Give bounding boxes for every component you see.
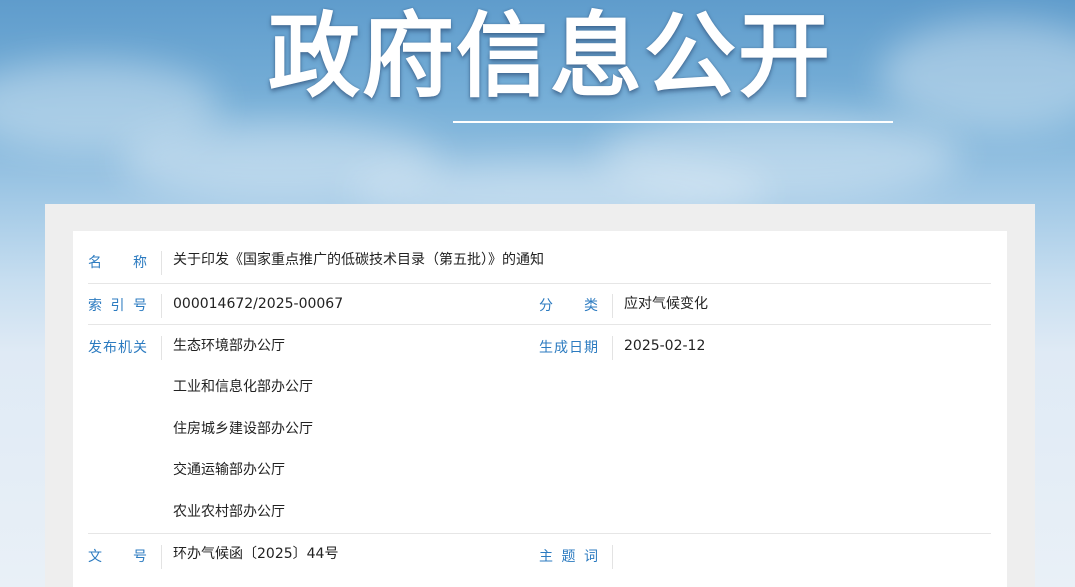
cloud-decoration xyxy=(880,20,1075,130)
date-value: 2025-02-12 xyxy=(624,338,706,354)
info-row-index: 索 引 号 000014672/2025-00067 分 类 应对气候变化 xyxy=(88,283,991,325)
name-value: 关于印发《国家重点推广的低碳技术目录（第五批）》的通知 xyxy=(173,252,544,268)
publisher-item: 住房城乡建设部办公厅 xyxy=(173,421,313,437)
index-label: 索 引 号 xyxy=(88,294,162,318)
doc-no-label: 文 号 xyxy=(88,545,162,569)
category-value: 应对气候变化 xyxy=(624,296,708,312)
category-label: 分 类 xyxy=(539,294,613,318)
info-card: 名 称 关于印发《国家重点推广的低碳技术目录（第五批）》的通知 索 引 号 00… xyxy=(73,231,1007,587)
info-row-docno: 文 号 环办气候函〔2025〕44号 主 题 词 xyxy=(88,533,991,575)
subject-label: 主 题 词 xyxy=(539,545,613,569)
info-row-publisher: 发布机关 生态环境部办公厅 工业和信息化部办公厅 住房城乡建设部办公厅 交通运输… xyxy=(88,324,991,534)
doc-no-value: 环办气候函〔2025〕44号 xyxy=(173,546,339,562)
page: 政府信息公开 名 称 关于印发《国家重点推广的低碳技术目录（第五批）》的通知 索… xyxy=(0,0,1075,587)
info-row-name: 名 称 关于印发《国家重点推广的低碳技术目录（第五批）》的通知 xyxy=(88,242,991,284)
publisher-item: 工业和信息化部办公厅 xyxy=(173,379,313,395)
publisher-item: 农业农村部办公厅 xyxy=(173,504,285,520)
banner-underline xyxy=(453,121,893,123)
publisher-item: 生态环境部办公厅 xyxy=(173,338,285,354)
publisher-label: 发布机关 xyxy=(88,336,162,360)
banner-title: 政府信息公开 xyxy=(268,3,833,110)
index-value: 000014672/2025-00067 xyxy=(173,296,344,312)
date-label: 生成日期 xyxy=(539,336,613,360)
publisher-item: 交通运输部办公厅 xyxy=(173,462,285,478)
name-label: 名 称 xyxy=(88,251,162,275)
